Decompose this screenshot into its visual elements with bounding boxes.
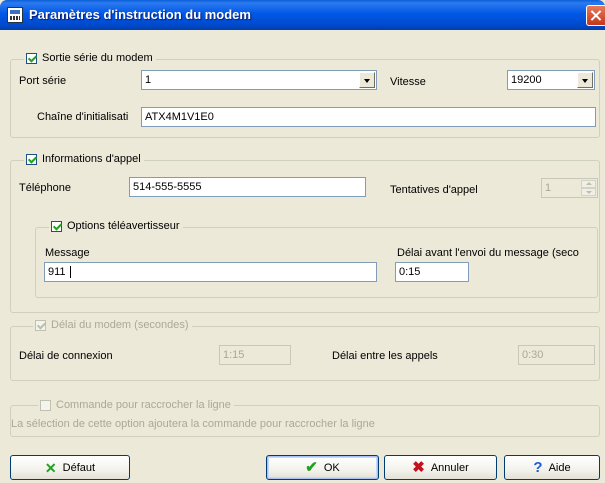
blue-question-icon: ? <box>533 458 543 476</box>
speed-select[interactable]: 19200 <box>507 70 595 90</box>
modem-settings-icon <box>7 7 23 23</box>
modem-delay-legend: Délai du modem (secondes) <box>33 319 192 331</box>
spinner-arrows-icon[interactable] <box>581 180 596 196</box>
init-string-label: Chaîne d'initialisati <box>37 111 129 123</box>
pager-options-legend: Options téléavertisseur <box>49 220 183 232</box>
red-x-icon: ✖ <box>412 458 425 476</box>
hangup-checkbox[interactable] <box>40 399 51 411</box>
hangup-note: La sélection de cette option ajoutera la… <box>11 418 375 430</box>
message-delay-value: 0:15 <box>399 266 421 278</box>
port-label: Port série <box>19 75 67 87</box>
cancel-button[interactable]: ✖ Annuler <box>384 455 497 480</box>
default-button[interactable]: ✕ Défaut <box>10 455 130 480</box>
hangup-legend: Commande pour raccrocher la ligne <box>38 399 234 411</box>
ok-button-label: OK <box>323 461 340 474</box>
pager-options-checkbox[interactable] <box>51 220 62 232</box>
cancel-button-label: Annuler <box>430 461 469 474</box>
attempts-label: Tentatives d'appel <box>390 184 478 196</box>
connect-delay-value: 1:15 <box>223 349 245 361</box>
serial-output-legend: Sortie série du modem <box>24 52 156 64</box>
init-string-input[interactable]: ATX4M1V1E0 <box>141 107 596 127</box>
default-button-label: Défaut <box>62 461 96 474</box>
message-delay-input[interactable]: 0:15 <box>395 262 469 282</box>
message-value: 911 <box>48 266 66 278</box>
serial-output-checkbox[interactable] <box>26 52 37 64</box>
green-x-icon: ✕ <box>44 459 57 476</box>
between-calls-value: 0:30 <box>522 349 544 361</box>
attempts-spinner[interactable]: 1 <box>541 178 598 198</box>
window-title: Paramètres d'instruction du modem <box>29 7 251 22</box>
serial-output-label: Sortie série du modem <box>42 52 153 64</box>
close-button[interactable] <box>586 5 605 26</box>
between-calls-label: Délai entre les appels <box>332 350 438 362</box>
phone-value: 514-555-5555 <box>133 181 202 193</box>
call-info-label: Informations d'appel <box>42 153 141 165</box>
pager-options-label: Options téléavertisseur <box>67 220 180 232</box>
message-label: Message <box>45 247 90 259</box>
call-info-checkbox[interactable] <box>26 153 37 165</box>
chevron-down-icon[interactable] <box>577 72 593 88</box>
port-value: 1 <box>145 74 152 86</box>
modem-delay-checkbox[interactable] <box>35 319 46 331</box>
spinner-up-icon[interactable] <box>581 180 596 188</box>
connect-delay-input[interactable]: 1:15 <box>219 345 291 365</box>
between-calls-input[interactable]: 0:30 <box>518 345 595 365</box>
ok-button[interactable]: ✔ OK <box>266 455 379 480</box>
hangup-label: Commande pour raccrocher la ligne <box>56 399 231 411</box>
phone-label: Téléphone <box>19 182 71 194</box>
attempts-value: 1 <box>545 182 552 194</box>
spinner-down-icon[interactable] <box>581 188 596 196</box>
init-string-value: ATX4M1V1E0 <box>145 111 214 123</box>
chevron-down-icon[interactable] <box>359 72 375 88</box>
help-button[interactable]: ? Aide <box>504 455 600 480</box>
port-select[interactable]: 1 <box>141 70 377 90</box>
message-delay-label: Délai avant l'envoi du message (seco <box>397 247 579 259</box>
message-input[interactable]: 911 <box>44 262 377 282</box>
connect-delay-label: Délai de connexion <box>19 350 113 362</box>
speed-value: 19200 <box>511 74 542 86</box>
modem-delay-label: Délai du modem (secondes) <box>51 319 189 331</box>
speed-label: Vitesse <box>390 76 426 88</box>
green-checkmark-icon: ✔ <box>305 458 318 476</box>
call-info-legend: Informations d'appel <box>24 153 144 165</box>
phone-input[interactable]: 514-555-5555 <box>129 177 366 197</box>
help-button-label: Aide <box>548 461 571 474</box>
title-bar: Paramètres d'instruction du modem <box>0 0 605 30</box>
